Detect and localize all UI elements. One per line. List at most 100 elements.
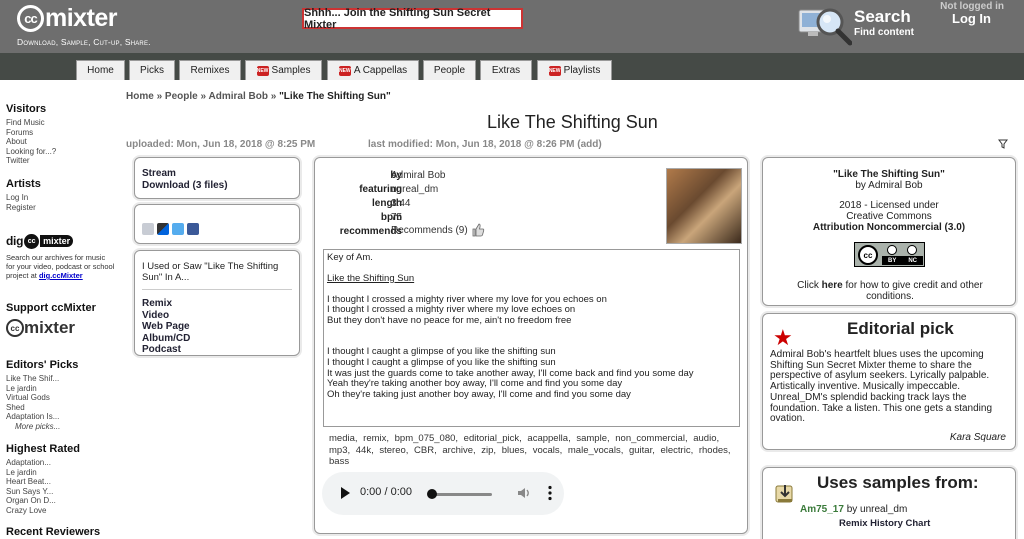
sample-download-icon xyxy=(775,485,793,503)
sample-name-link[interactable]: Am75_17 xyxy=(800,504,844,515)
license-line-2: Creative Commons xyxy=(846,211,932,222)
tab-label: Playlists xyxy=(563,65,601,76)
rated-link[interactable]: Sun Says Y... xyxy=(6,487,116,497)
tab-label: Extras xyxy=(491,65,521,76)
rated-link[interactable]: Heart Beat... xyxy=(6,477,116,487)
rated-link[interactable]: Crazy Love xyxy=(6,506,116,516)
secret-mixter-button[interactable]: Shhh... Join the Shifting Sun Secret Mix… xyxy=(302,7,523,31)
tab-playlists[interactable]: NEW Playlists xyxy=(537,60,612,80)
used-in-podcast[interactable]: Podcast xyxy=(142,344,292,356)
recent-reviewers-heading: Recent Reviewers xyxy=(6,526,101,538)
search-block[interactable]: Search Find content xyxy=(798,4,928,48)
tab-label: A Cappellas xyxy=(353,65,408,76)
used-in-remix[interactable]: Remix xyxy=(142,298,292,310)
credit-here-link[interactable]: here xyxy=(822,280,843,291)
meta-by-value[interactable]: Admiral Bob xyxy=(391,170,445,181)
facebook-icon[interactable] xyxy=(187,223,199,235)
seek-bar[interactable] xyxy=(430,493,492,496)
artist-avatar[interactable] xyxy=(666,168,742,244)
tab-samples[interactable]: NEW Samples xyxy=(245,60,322,80)
seek-handle[interactable] xyxy=(427,489,437,499)
sidebar-item-forums[interactable]: Forums xyxy=(6,128,116,138)
sidebar-item-looking-for[interactable]: Looking for...? xyxy=(6,147,116,157)
pick-link[interactable]: Adaptation Is... xyxy=(6,412,116,422)
lyrics-verse-2: I thought I caught a glimpse of you like… xyxy=(327,346,736,401)
song-title-link[interactable]: Like the Shifting Sun xyxy=(327,273,736,285)
dig-ccmixter-section: dig cc mixter Search our archives for mu… xyxy=(6,232,116,280)
pick-link[interactable]: Shed xyxy=(6,403,116,413)
stream-link[interactable]: Stream xyxy=(142,168,292,180)
volume-icon[interactable] xyxy=(517,486,531,500)
sample-source-row: Am75_17 by unreal_dm xyxy=(800,504,907,515)
license-credit-text: Click here for how to give credit and ot… xyxy=(783,280,997,302)
tab-extras[interactable]: Extras xyxy=(480,60,532,80)
editors-picks-section: Editors' Picks Like The Shif... Le jardi… xyxy=(6,359,116,431)
rated-link[interactable]: Adaptation... xyxy=(6,458,116,468)
breadcrumb-artist[interactable]: Admiral Bob xyxy=(208,91,267,102)
digg-icon[interactable] xyxy=(142,223,154,235)
pick-link[interactable]: Virtual Gods xyxy=(6,393,116,403)
more-options-icon[interactable] xyxy=(548,485,552,501)
artists-heading: Artists xyxy=(6,178,41,190)
play-icon[interactable] xyxy=(341,487,350,499)
tab-label: Home xyxy=(87,65,114,76)
twitter-icon[interactable] xyxy=(172,223,184,235)
tab-home[interactable]: Home xyxy=(76,60,125,80)
pick-link[interactable]: Le jardin xyxy=(6,384,116,394)
recent-reviewers-section: Recent Reviewers xyxy=(6,526,116,539)
download-link[interactable]: Download (3 files) xyxy=(142,180,292,192)
dig-cc-icon: cc xyxy=(24,233,40,249)
thumbs-up-icon[interactable] xyxy=(471,223,485,237)
search-icon[interactable] xyxy=(798,4,852,46)
editorial-author[interactable]: Kara Square xyxy=(950,432,1006,443)
tab-acappellas[interactable]: NEW A Cappellas xyxy=(327,60,419,80)
used-in-web-page[interactable]: Web Page xyxy=(142,321,292,333)
site-header: cc mixter Download, Sample, Cut-up, Shar… xyxy=(0,0,1024,53)
rated-link[interactable]: Le jardin xyxy=(6,468,116,478)
cc-strip: BY NC xyxy=(882,256,923,265)
sample-artist-link[interactable]: unreal_dm xyxy=(860,504,907,515)
support-cc-icon: cc xyxy=(6,319,24,337)
pick-link[interactable]: Like The Shif... xyxy=(6,374,116,384)
sidebar-item-find-music[interactable]: Find Music xyxy=(6,118,116,128)
breadcrumb-people[interactable]: People xyxy=(165,91,198,102)
used-in-list: Remix Video Web Page Album/CD Podcast xyxy=(142,298,292,356)
cc-logo-icon: cc xyxy=(17,4,44,32)
tab-people[interactable]: People xyxy=(423,60,476,80)
used-in-video[interactable]: Video xyxy=(142,310,292,322)
login-link[interactable]: Log In xyxy=(952,11,991,26)
remix-history-chart-link[interactable]: Remix History Chart xyxy=(839,518,930,529)
cc-by-nc-badge[interactable]: cc BY NC xyxy=(854,242,925,267)
sidebar-item-register[interactable]: Register xyxy=(6,203,116,213)
ccmixter-logo[interactable]: cc mixter xyxy=(17,3,118,33)
sidebar-item-login[interactable]: Log In xyxy=(6,193,116,203)
breadcrumb-current: "Like The Shifting Sun" xyxy=(279,91,391,102)
tab-remixes[interactable]: Remixes xyxy=(179,60,241,80)
support-ccmixter-logo[interactable]: cc mixter xyxy=(6,318,116,338)
uses-samples-box: Uses samples from: Am75_17 by unreal_dm … xyxy=(762,467,1016,539)
dig-ccmixter-logo[interactable]: dig cc mixter xyxy=(6,232,116,250)
tab-picks[interactable]: Picks xyxy=(129,60,175,80)
delicious-icon[interactable] xyxy=(157,223,169,235)
search-title[interactable]: Search xyxy=(854,7,911,27)
dig-word: dig xyxy=(6,234,24,248)
used-in-album[interactable]: Album/CD xyxy=(142,333,292,345)
editorial-title: Editorial pick xyxy=(847,319,954,338)
support-section: Support ccMixter cc mixter xyxy=(6,302,116,338)
funnel-icon[interactable] xyxy=(998,139,1008,149)
sidebar-item-twitter[interactable]: Twitter xyxy=(6,156,116,166)
lyric-line: Oh they're taking just another boy away,… xyxy=(327,389,631,401)
sidebar-item-about[interactable]: About xyxy=(6,137,116,147)
last-modified-date: last modified: Mon, Jun 18, 2018 @ 8:26 … xyxy=(368,139,575,150)
tag-list[interactable]: media, remix, bpm_075_080, editorial_pic… xyxy=(329,433,739,468)
breadcrumb-home[interactable]: Home xyxy=(126,91,154,102)
add-link[interactable]: (add) xyxy=(577,139,601,150)
license-name-link[interactable]: Attribution Noncommercial (3.0) xyxy=(763,222,1015,233)
breadcrumb-separator: » xyxy=(270,91,277,102)
meta-recommends-value[interactable]: Recommends (9) xyxy=(391,223,485,237)
more-picks-link[interactable]: More picks... xyxy=(6,422,116,432)
rated-link[interactable]: Organ On D... xyxy=(6,496,116,506)
search-subtitle[interactable]: Find content xyxy=(854,27,914,38)
dig-ccmixter-link[interactable]: dig.ccMixter xyxy=(39,271,83,280)
artist-link[interactable]: Admiral Bob xyxy=(391,170,445,181)
